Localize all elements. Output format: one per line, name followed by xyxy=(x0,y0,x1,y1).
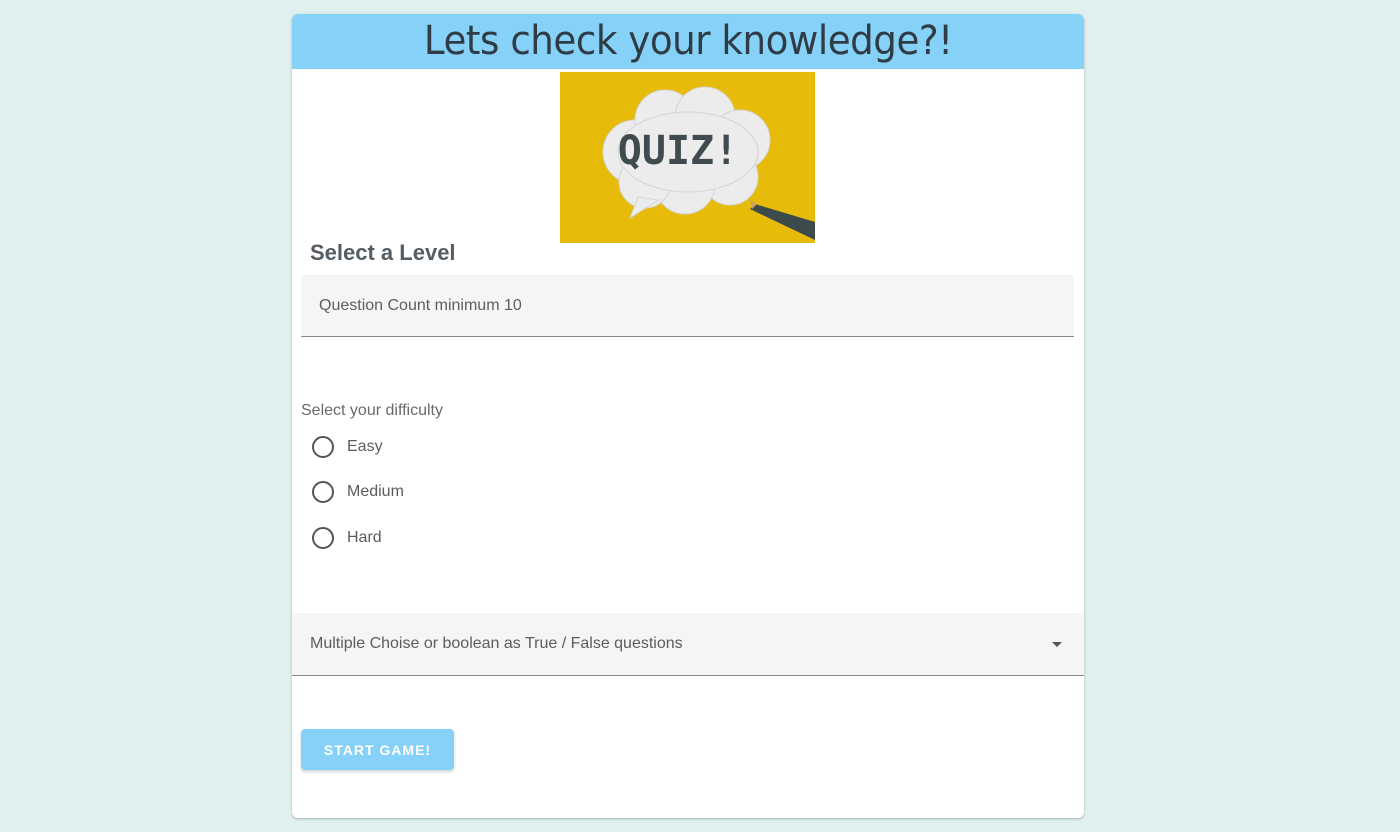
question-type-value: Multiple Choise or boolean as True / Fal… xyxy=(310,635,683,652)
start-game-button[interactable]: START GAME! xyxy=(301,729,454,770)
difficulty-option-label: Hard xyxy=(347,529,382,546)
quiz-text: QUIZ! xyxy=(618,128,738,174)
quiz-card: Lets check your knowledge?! QUIZ! Select… xyxy=(292,14,1084,818)
difficulty-option-hard[interactable]: Hard xyxy=(312,527,382,549)
dropdown-arrow-icon[interactable] xyxy=(1052,641,1062,647)
question-type-select[interactable]: Multiple Choise or boolean as True / Fal… xyxy=(292,613,1084,676)
level-title: Select a Level xyxy=(310,240,456,265)
difficulty-label: Select your difficulty xyxy=(301,402,443,419)
page-title: Lets check your knowledge?! xyxy=(423,18,953,64)
header-banner: Lets check your knowledge?! xyxy=(292,14,1084,69)
quiz-illustration: QUIZ! xyxy=(560,72,815,243)
radio-unchecked-icon[interactable] xyxy=(312,527,334,549)
difficulty-option-medium[interactable]: Medium xyxy=(312,481,404,503)
difficulty-option-label: Easy xyxy=(347,438,383,455)
difficulty-option-label: Medium xyxy=(347,483,404,500)
difficulty-option-easy[interactable]: Easy xyxy=(312,436,383,458)
question-count-input[interactable] xyxy=(301,275,1074,337)
radio-unchecked-icon[interactable] xyxy=(312,481,334,503)
radio-unchecked-icon[interactable] xyxy=(312,436,334,458)
